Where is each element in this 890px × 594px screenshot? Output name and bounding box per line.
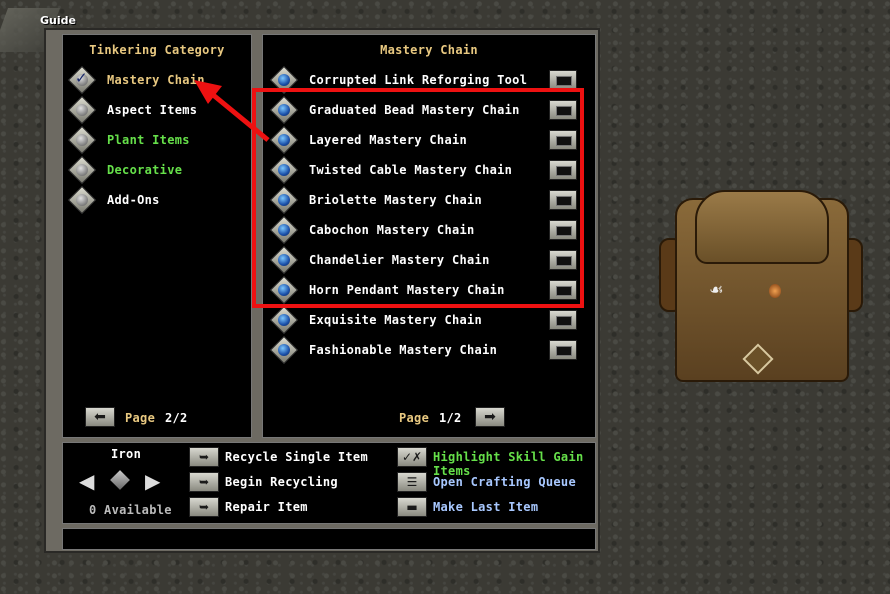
- rope-item-icon[interactable]: ☙: [709, 280, 723, 299]
- backpack-container[interactable]: ☙: [655, 188, 865, 388]
- gem-item-icon[interactable]: [769, 284, 781, 298]
- backpack-flap: [695, 190, 829, 264]
